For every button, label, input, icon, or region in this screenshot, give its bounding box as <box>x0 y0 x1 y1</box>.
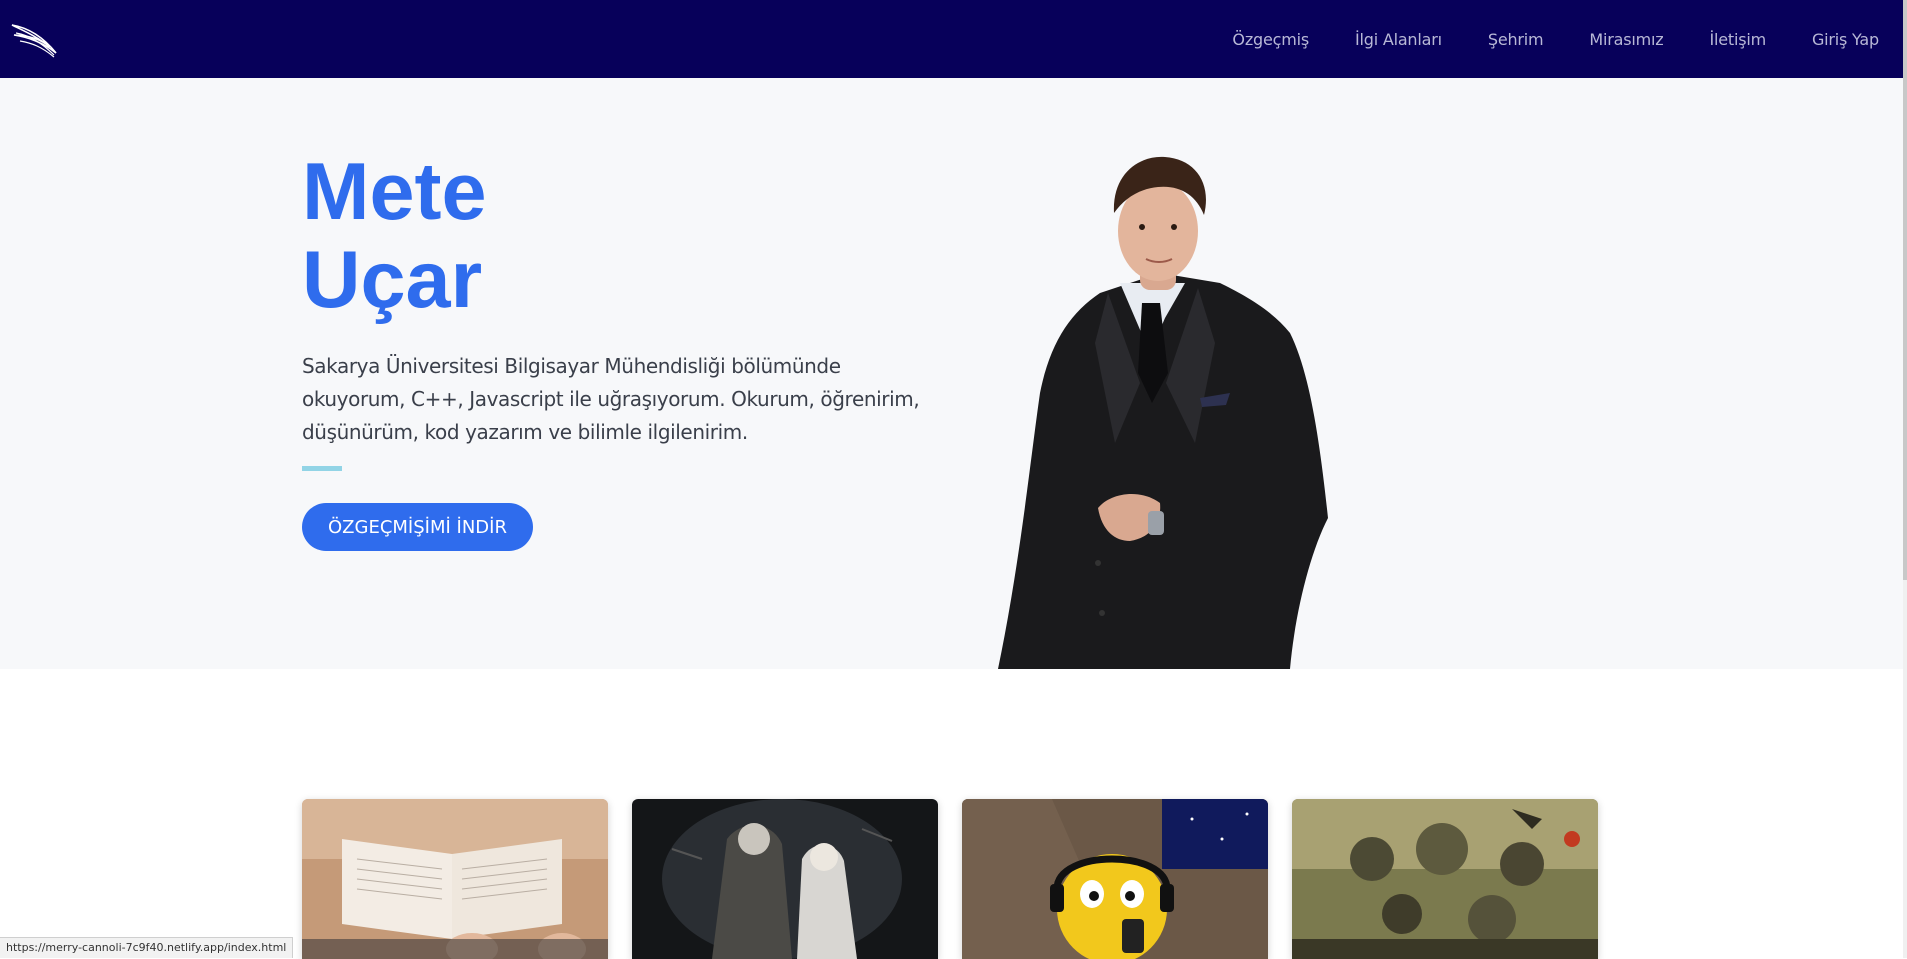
nav-links: Özgeçmiş İlgi Alanları Şehrim Mirasımız … <box>1186 30 1879 49</box>
nav-link-iletisim[interactable]: İletişim <box>1709 30 1766 49</box>
hero-bio: Sakarya Üniversitesi Bilgisayar Mühendis… <box>302 354 920 444</box>
card-cartoon-image[interactable] <box>962 799 1268 959</box>
hero-last-name: Uçar <box>302 235 483 325</box>
page-scrollbar[interactable] <box>1903 0 1907 958</box>
nav-link-mirasimiz[interactable]: Mirasımız <box>1589 30 1663 49</box>
card-movie-poster-image[interactable] <box>1292 799 1598 959</box>
wing-logo-icon[interactable] <box>10 17 60 61</box>
interest-cards <box>302 799 1602 959</box>
hero-name: Mete Uçar <box>302 148 487 324</box>
card-book-image[interactable] <box>302 799 608 959</box>
nav-link-ilgi-alanlari[interactable]: İlgi Alanları <box>1355 30 1442 49</box>
nav-link-sehrim[interactable]: Şehrim <box>1488 30 1544 49</box>
nav-link-ozgecmis[interactable]: Özgeçmiş <box>1232 30 1309 49</box>
scrollbar-thumb[interactable] <box>1903 0 1907 580</box>
hero-first-name: Mete <box>302 147 487 237</box>
status-bar-url: https://merry-cannoli-7c9f40.netlify.app… <box>0 937 294 958</box>
nav-link-giris-yap[interactable]: Giriş Yap <box>1812 30 1879 49</box>
navbar: Özgeçmiş İlgi Alanları Şehrim Mirasımız … <box>0 0 1903 78</box>
download-cv-button[interactable]: ÖZGEÇMİŞİMİ İNDİR <box>302 503 533 551</box>
hero-section: Mete Uçar Sakarya Üniversitesi Bilgisaya… <box>0 78 1903 669</box>
portrait-image <box>998 156 1328 669</box>
accent-divider <box>302 466 342 471</box>
card-witcher-image[interactable] <box>632 799 938 959</box>
